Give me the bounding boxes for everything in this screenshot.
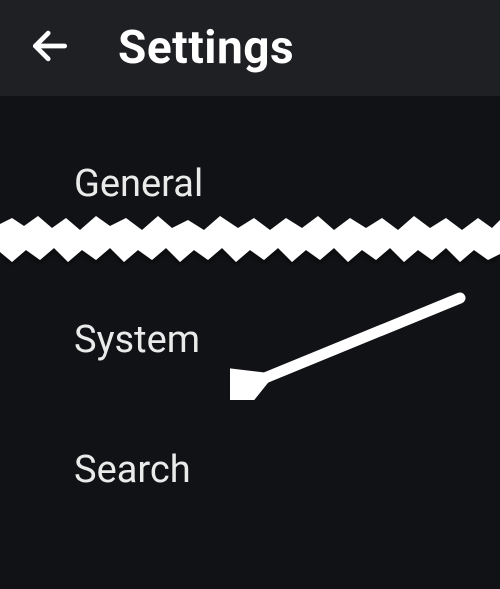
settings-item-general[interactable]: General	[0, 132, 500, 236]
settings-item-search[interactable]: Search	[0, 392, 500, 532]
page-title: Settings	[118, 21, 294, 75]
arrow-left-icon	[28, 24, 72, 72]
back-button[interactable]	[20, 18, 80, 78]
settings-item-label: Search	[74, 448, 191, 492]
settings-screen: Settings General System Search	[0, 0, 500, 589]
settings-item-system[interactable]: System	[0, 236, 500, 392]
settings-item-label: System	[74, 318, 200, 362]
app-header: Settings	[0, 0, 500, 96]
settings-list: General System Search	[0, 96, 500, 532]
settings-item-label: General	[74, 162, 203, 206]
